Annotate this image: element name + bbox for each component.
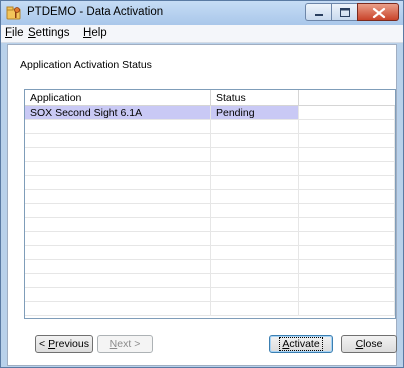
menu-settings-label: ettings: [35, 27, 70, 39]
table-cell-empty: [211, 246, 299, 259]
column-header-extra[interactable]: [299, 90, 395, 106]
table-cell-empty: [25, 120, 211, 133]
table-body: SOX Second Sight 6.1A Pending: [25, 106, 395, 316]
table-row-empty[interactable]: [25, 204, 395, 218]
maximize-icon: [340, 8, 350, 17]
title-bar[interactable]: PTDEMO - Data Activation: [1, 1, 403, 25]
cell-application: SOX Second Sight 6.1A: [25, 106, 211, 119]
table-row-empty[interactable]: [25, 260, 395, 274]
menu-file-mnemonic: F: [5, 27, 13, 39]
close-window-button[interactable]: [357, 3, 399, 21]
table-cell-empty: [211, 274, 299, 287]
cell-status: Pending: [211, 106, 299, 119]
table-cell-empty: [211, 120, 299, 133]
table-cell-empty: [211, 134, 299, 147]
activate-focus-rect: Activate: [279, 337, 323, 351]
table-cell-empty: [211, 302, 299, 315]
table-cell-empty: [25, 246, 211, 259]
section-label: Application Activation Status: [20, 59, 152, 71]
table-row-empty[interactable]: [25, 176, 395, 190]
menu-help[interactable]: Help: [83, 27, 107, 39]
table-row-empty[interactable]: [25, 162, 395, 176]
table-cell-empty: [299, 120, 395, 133]
column-header-status[interactable]: Status: [211, 90, 299, 106]
table-cell-empty: [25, 274, 211, 287]
table-cell-empty: [299, 260, 395, 273]
table-cell-empty: [211, 260, 299, 273]
table-cell-empty: [25, 288, 211, 301]
table-cell-empty: [25, 176, 211, 189]
table-cell-empty: [25, 134, 211, 147]
table-cell-empty: [211, 288, 299, 301]
next-button[interactable]: Next >: [97, 335, 153, 353]
table-row-empty[interactable]: [25, 246, 395, 260]
minimize-icon: [315, 14, 323, 16]
previous-button[interactable]: < Previous: [35, 335, 93, 353]
activation-status-table[interactable]: Application Status SOX Second Sight 6.1A…: [24, 89, 396, 319]
table-cell-empty: [211, 218, 299, 231]
table-row-empty[interactable]: [25, 302, 395, 316]
table-cell-empty: [299, 246, 395, 259]
menu-file-label: ile: [12, 27, 24, 39]
menu-settings[interactable]: Settings: [28, 27, 70, 39]
menu-settings-mnemonic: S: [28, 27, 36, 39]
menu-file[interactable]: File: [5, 27, 24, 39]
table-cell-empty: [299, 274, 395, 287]
caption-buttons: [305, 3, 399, 21]
table-row-empty[interactable]: [25, 120, 395, 134]
table-row-empty[interactable]: [25, 232, 395, 246]
table-row-empty[interactable]: [25, 288, 395, 302]
table-cell-empty: [25, 190, 211, 203]
table-row-empty[interactable]: [25, 218, 395, 232]
next-label: ext >: [117, 338, 141, 350]
table-row[interactable]: SOX Second Sight 6.1A Pending: [25, 106, 395, 120]
table-cell-empty: [211, 232, 299, 245]
table-cell-empty: [299, 134, 395, 147]
table-cell-empty: [299, 232, 395, 245]
menu-help-label: elp: [91, 27, 107, 39]
close-icon: [372, 7, 386, 19]
minimize-button[interactable]: [305, 3, 331, 21]
previous-label: revious: [55, 338, 89, 350]
table-cell-empty: [211, 162, 299, 175]
table-cell-empty: [211, 148, 299, 161]
folder-key-icon[interactable]: [6, 5, 22, 21]
table-cell-empty: [25, 204, 211, 217]
table-cell-empty: [299, 148, 395, 161]
close-label: lose: [363, 338, 383, 350]
table-cell-empty: [299, 176, 395, 189]
table-cell-empty: [211, 190, 299, 203]
column-header-application[interactable]: Application: [25, 90, 211, 106]
table-cell-empty: [299, 288, 395, 301]
close-button[interactable]: Close: [341, 335, 397, 353]
table-header: Application Status: [25, 90, 395, 106]
table-cell-empty: [211, 204, 299, 217]
table-cell-empty: [25, 260, 211, 273]
activate-label: ctivate: [289, 338, 320, 350]
table-cell-empty: [25, 218, 211, 231]
cell-extra: [299, 106, 395, 119]
table-cell-empty: [299, 218, 395, 231]
table-row-empty[interactable]: [25, 134, 395, 148]
table-cell-empty: [299, 162, 395, 175]
table-cell-empty: [25, 148, 211, 161]
table-row-empty[interactable]: [25, 148, 395, 162]
window-title: PTDEMO - Data Activation: [27, 6, 164, 18]
table-cell-empty: [25, 302, 211, 315]
table-cell-empty: [299, 204, 395, 217]
activate-button[interactable]: Activate: [269, 335, 333, 353]
table-row-empty[interactable]: [25, 190, 395, 204]
maximize-button[interactable]: [331, 3, 357, 21]
table-cell-empty: [25, 162, 211, 175]
previous-prefix: <: [39, 338, 49, 350]
menu-bar: File Settings Help: [1, 25, 403, 43]
table-row-empty[interactable]: [25, 274, 395, 288]
table-cell-empty: [211, 176, 299, 189]
table-cell-empty: [25, 232, 211, 245]
table-cell-empty: [299, 302, 395, 315]
app-window: PTDEMO - Data Activation File Settings H…: [0, 0, 404, 368]
table-cell-empty: [299, 190, 395, 203]
